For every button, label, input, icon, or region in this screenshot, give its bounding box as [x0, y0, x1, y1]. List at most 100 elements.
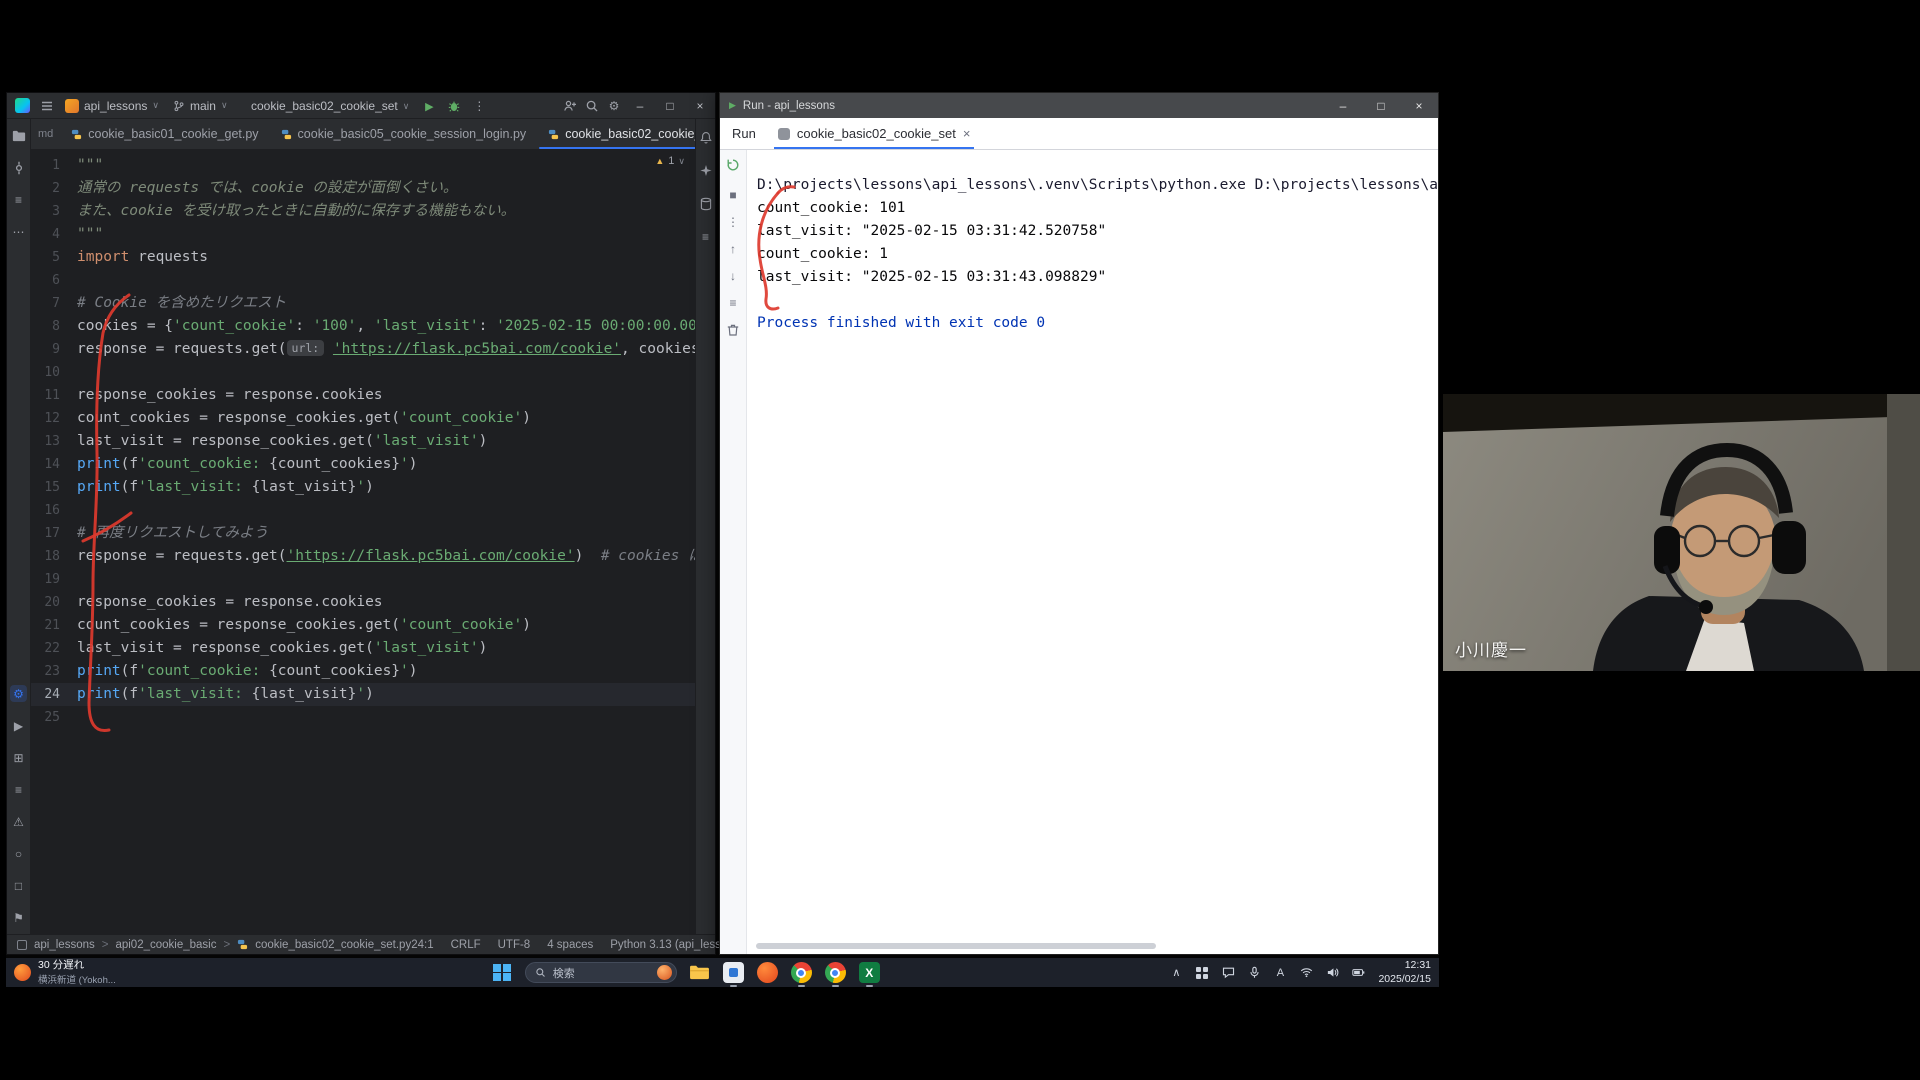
code-line[interactable]: 17# 再度リクエストしてみよう	[31, 522, 695, 545]
notifications-bell-icon[interactable]	[697, 129, 714, 146]
terminal-tool-icon[interactable]: ≡	[10, 781, 27, 798]
code-line[interactable]: 16	[31, 499, 695, 522]
breadcrumb-item[interactable]: api_lessons	[34, 939, 95, 951]
code-line[interactable]: 9response = requests.get(url: 'https://f…	[31, 338, 695, 361]
inspection-widget[interactable]: ▲ 1 ∨	[655, 155, 685, 167]
commit-tool-icon[interactable]	[10, 159, 27, 176]
chrome-taskbar-button-2[interactable]	[824, 961, 847, 984]
code-line[interactable]: 10	[31, 361, 695, 384]
code-line[interactable]: 6	[31, 269, 695, 292]
code-line[interactable]: 25	[31, 706, 695, 729]
speaker-icon[interactable]	[1324, 965, 1340, 981]
code-line[interactable]: 22last_visit = response_cookies.get('las…	[31, 637, 695, 660]
close-button[interactable]: ×	[1400, 93, 1438, 119]
more-tools-icon[interactable]: ⋯	[10, 223, 27, 240]
tool-label-md[interactable]: md	[31, 119, 60, 149]
widgets-grid-icon[interactable]	[1194, 965, 1210, 981]
code-line[interactable]: 5import requests	[31, 246, 695, 269]
microphone-icon[interactable]	[1246, 965, 1262, 981]
code-line[interactable]: 24print(f'last_visit: {last_visit}')	[31, 683, 695, 706]
taskbar-search[interactable]: 検索	[525, 962, 677, 983]
structure-tool-icon[interactable]: ≡	[10, 191, 27, 208]
code-line[interactable]: 1"""	[31, 154, 695, 177]
excel-taskbar-button[interactable]: X	[858, 961, 881, 984]
project-tool-icon[interactable]	[10, 127, 27, 144]
code-line[interactable]: 7# Cookie を含めたリクエスト	[31, 292, 695, 315]
close-tab-icon[interactable]: ×	[963, 126, 971, 141]
search-everywhere-icon[interactable]	[581, 95, 603, 117]
minimize-button[interactable]: –	[1324, 93, 1362, 119]
taskbar-widget[interactable]: 30 分遅れ 横浜新道 (Yokoh...	[14, 959, 209, 986]
database-tool-icon[interactable]	[697, 195, 714, 212]
start-button[interactable]	[491, 961, 514, 984]
code-line[interactable]: 20response_cookies = response.cookies	[31, 591, 695, 614]
libraries-tool-icon[interactable]: ≡	[697, 228, 714, 245]
maximize-button[interactable]: □	[655, 93, 685, 119]
code-line[interactable]: 19	[31, 568, 695, 591]
services-tool-icon[interactable]: ⊞	[10, 749, 27, 766]
wifi-icon[interactable]	[1298, 965, 1314, 981]
console-options-icon[interactable]: ⋮	[727, 215, 739, 229]
next-occurrence-icon[interactable]: ↓	[730, 269, 736, 283]
code-editor[interactable]: 1"""2通常の requests では、cookie の設定が面倒くさい。3ま…	[31, 150, 695, 934]
code-line[interactable]: 15print(f'last_visit: {last_visit}')	[31, 476, 695, 499]
ime-indicator[interactable]: A	[1272, 965, 1288, 981]
python-console-tool-icon[interactable]: ○	[10, 845, 27, 862]
taskbar-clock[interactable]: 12:31 2025/02/15	[1378, 959, 1431, 986]
tray-overflow-icon[interactable]: ∧	[1168, 965, 1184, 981]
vcs-branch-widget[interactable]: main ∨	[166, 97, 235, 115]
run-button[interactable]: ▶	[418, 95, 440, 117]
code-line[interactable]: 21count_cookies = response_cookies.get('…	[31, 614, 695, 637]
run-tab[interactable]: cookie_basic02_cookie_set ×	[774, 118, 975, 149]
problems-tool-icon[interactable]: ⚠	[10, 813, 27, 830]
minimize-button[interactable]: –	[625, 93, 655, 119]
maximize-button[interactable]: □	[1362, 93, 1400, 119]
code-with-me-icon[interactable]	[559, 95, 581, 117]
code-line[interactable]: 11response_cookies = response.cookies	[31, 384, 695, 407]
stop-button[interactable]: ■	[729, 188, 736, 202]
line-separator[interactable]: CRLF	[451, 939, 481, 951]
hscroll-thumb[interactable]	[756, 943, 1156, 949]
debug-button[interactable]	[443, 95, 465, 117]
run-tool-label[interactable]: Run	[732, 126, 756, 141]
close-button[interactable]: ×	[685, 93, 715, 119]
settings-sync-tool-icon[interactable]: ⚙	[10, 685, 27, 702]
console-output[interactable]: D:\projects\lessons\api_lessons\.venv\Sc…	[747, 150, 1438, 954]
clear-console-icon[interactable]	[726, 323, 740, 340]
caret-position[interactable]: 24:1	[411, 939, 433, 951]
file-encoding[interactable]: UTF-8	[498, 939, 531, 951]
indent-style[interactable]: 4 spaces	[547, 939, 593, 951]
rerun-button[interactable]	[726, 158, 740, 175]
editor-tab-cookie-basic05[interactable]: cookie_basic05_cookie_session_login.py	[270, 119, 538, 149]
code-line[interactable]: 2通常の requests では、cookie の設定が面倒くさい。	[31, 177, 695, 200]
code-line[interactable]: 12count_cookies = response_cookies.get('…	[31, 407, 695, 430]
todo-tool-icon[interactable]: □	[10, 877, 27, 894]
chat-icon[interactable]	[1220, 965, 1236, 981]
editor-tab-cookie-basic02[interactable]: cookie_basic02_cookie_set.py	[537, 119, 695, 149]
code-line[interactable]: 18response = requests.get('https://flask…	[31, 545, 695, 568]
code-line[interactable]: 23print(f'count_cookie: {count_cookies}'…	[31, 660, 695, 683]
bookmarks-tool-icon[interactable]: ⚑	[10, 909, 27, 926]
browser-taskbar-button[interactable]	[756, 961, 779, 984]
code-line[interactable]: 8cookies = {'count_cookie': '100', 'last…	[31, 315, 695, 338]
code-line[interactable]: 13last_visit = response_cookies.get('las…	[31, 430, 695, 453]
project-widget[interactable]: api_lessons ∨	[58, 97, 166, 115]
editor-tab-cookie-basic01[interactable]: cookie_basic01_cookie_get.py	[60, 119, 269, 149]
prev-occurrence-icon[interactable]: ↑	[730, 242, 736, 256]
chrome-taskbar-button-1[interactable]	[790, 961, 813, 984]
run-config-selector[interactable]: cookie_basic02_cookie_set ∨	[245, 97, 415, 115]
pycharm-taskbar-button[interactable]	[722, 961, 745, 984]
run-tool-icon[interactable]: ▶	[10, 717, 27, 734]
code-line[interactable]: 4"""	[31, 223, 695, 246]
soft-wrap-icon[interactable]: ≡	[729, 296, 736, 310]
settings-icon[interactable]: ⚙	[603, 95, 625, 117]
main-menu-icon[interactable]	[36, 95, 58, 117]
code-line[interactable]: 3また、cookie を受け取ったときに自動的に保存する機能もない。	[31, 200, 695, 223]
ai-assistant-icon[interactable]	[697, 162, 714, 179]
breadcrumb-item[interactable]: cookie_basic02_cookie_set.py	[255, 939, 411, 951]
breadcrumb-item[interactable]: api02_cookie_basic	[115, 939, 216, 951]
code-line[interactable]: 14print(f'count_cookie: {count_cookies}'…	[31, 453, 695, 476]
more-actions-icon[interactable]: ⋮	[468, 95, 490, 117]
file-explorer-button[interactable]	[688, 961, 711, 984]
battery-icon[interactable]	[1350, 965, 1366, 981]
